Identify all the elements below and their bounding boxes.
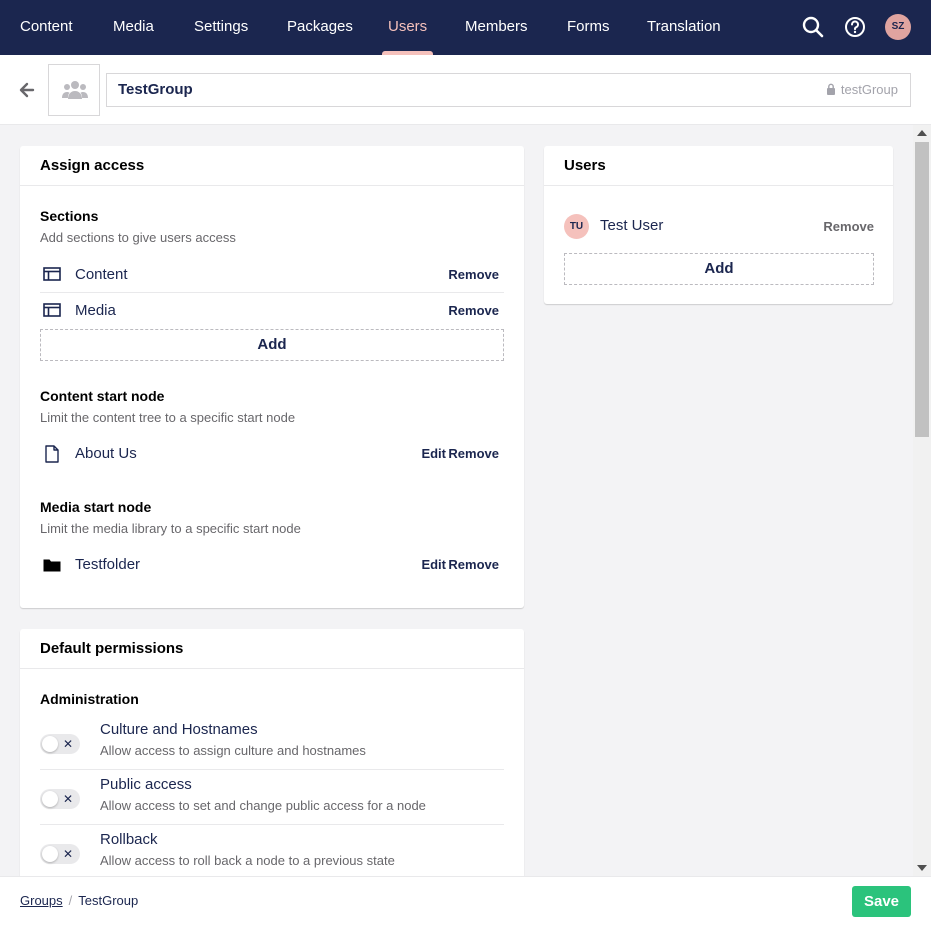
assign-access-title: Assign access: [20, 146, 524, 186]
alias-value: testGroup: [840, 82, 898, 97]
arrow-left-icon[interactable]: [16, 79, 38, 101]
user-name[interactable]: Test User: [600, 208, 663, 244]
users-icon: [62, 81, 88, 99]
permission-description: Allow access to assign culture and hostn…: [100, 743, 366, 758]
section-label: Content: [75, 266, 128, 283]
group-name-input[interactable]: TestGroup testGroup: [106, 73, 911, 107]
content-start-node-description: Limit the content tree to a specific sta…: [40, 410, 296, 425]
section-icon: [43, 267, 61, 286]
permission-title: Culture and Hostnames: [100, 721, 258, 738]
users-panel: Users TU Test User Remove Add: [544, 146, 893, 304]
content-start-node-row: About Us Edit Remove: [40, 436, 504, 472]
breadcrumb-current: TestGroup: [78, 893, 139, 908]
top-navigation: Content Media Settings Packages Users Me…: [0, 0, 931, 55]
lock-icon[interactable]: [826, 83, 836, 95]
close-icon: ✕: [63, 737, 74, 751]
nav-item-forms[interactable]: Forms: [567, 0, 610, 55]
vertical-scrollbar[interactable]: [913, 125, 931, 876]
add-user-button[interactable]: Add: [564, 253, 874, 285]
editor-header: TestGroup testGroup: [0, 55, 931, 125]
permission-description: Allow access to set and change public ac…: [100, 798, 426, 813]
permission-row: ✕ Culture and Hostnames Allow access to …: [40, 715, 504, 770]
nav-item-media[interactable]: Media: [113, 0, 154, 55]
scroll-up-icon[interactable]: [917, 130, 927, 136]
media-start-node-title: Media start node: [40, 499, 152, 515]
assign-access-panel: Assign access Sections Add sections to g…: [20, 146, 524, 608]
toggle-knob: [42, 791, 58, 807]
remove-user-button[interactable]: Remove: [823, 208, 874, 246]
start-node-label: Testfolder: [75, 556, 141, 573]
permission-title: Public access: [100, 776, 192, 793]
remove-section-button[interactable]: Remove: [448, 257, 499, 293]
user-row: TU Test User Remove: [564, 208, 874, 244]
permission-toggle[interactable]: ✕: [40, 789, 80, 809]
nav-item-translation[interactable]: Translation: [647, 0, 721, 55]
group-name-value[interactable]: TestGroup: [118, 74, 193, 106]
remove-start-node-button[interactable]: Remove: [448, 436, 499, 472]
folder-icon: [43, 558, 61, 577]
section-label: Media: [75, 302, 116, 319]
permission-row: ✕ Rollback Allow access to roll back a n…: [40, 825, 504, 880]
permission-toggle[interactable]: ✕: [40, 734, 80, 754]
close-icon: ✕: [63, 847, 74, 861]
user-avatar: TU: [564, 214, 589, 239]
section-row-media: Media Remove: [40, 293, 504, 329]
scroll-down-icon[interactable]: [917, 865, 927, 871]
remove-section-button[interactable]: Remove: [448, 293, 499, 329]
group-icon-picker[interactable]: [48, 64, 100, 116]
current-user-avatar[interactable]: SZ: [885, 14, 911, 40]
users-title: Users: [544, 146, 893, 186]
nav-item-settings[interactable]: Settings: [194, 0, 248, 55]
editor-footer: Groups / TestGroup Save: [0, 876, 931, 929]
toggle-knob: [42, 736, 58, 752]
nav-item-packages[interactable]: Packages: [287, 0, 353, 55]
add-section-button[interactable]: Add: [40, 329, 504, 361]
media-start-node-description: Limit the media library to a specific st…: [40, 521, 301, 536]
nav-item-members[interactable]: Members: [465, 0, 528, 55]
breadcrumb: Groups / TestGroup: [20, 877, 138, 924]
sections-title: Sections: [40, 208, 99, 224]
scroll-thumb[interactable]: [915, 142, 929, 437]
nav-item-users[interactable]: Users: [381, 0, 434, 55]
sections-description: Add sections to give users access: [40, 230, 236, 245]
help-icon[interactable]: [842, 14, 868, 40]
remove-media-node-button[interactable]: Remove: [448, 547, 499, 583]
default-permissions-title: Default permissions: [20, 629, 524, 669]
edit-start-node-button[interactable]: Edit: [421, 436, 446, 472]
content-start-node-title: Content start node: [40, 388, 165, 404]
search-icon[interactable]: [800, 14, 826, 40]
section-icon: [43, 303, 61, 322]
edit-media-node-button[interactable]: Edit: [421, 547, 446, 583]
breadcrumb-groups-link[interactable]: Groups: [20, 893, 63, 908]
permission-group-title: Administration: [40, 691, 139, 707]
permission-title: Rollback: [100, 831, 158, 848]
toggle-knob: [42, 846, 58, 862]
breadcrumb-separator: /: [68, 893, 73, 908]
default-permissions-panel: Default permissions Administration ✕ Cul…: [20, 629, 524, 876]
alias-field[interactable]: testGroup: [826, 74, 898, 106]
document-icon: [45, 445, 59, 468]
close-icon: ✕: [63, 792, 74, 806]
permission-toggle[interactable]: ✕: [40, 844, 80, 864]
media-start-node-row: Testfolder Edit Remove: [40, 547, 504, 583]
section-row-content: Content Remove: [40, 257, 504, 293]
save-button[interactable]: Save: [852, 886, 911, 917]
start-node-label: About Us: [75, 445, 137, 462]
nav-item-content[interactable]: Content: [20, 0, 73, 55]
permission-row: ✕ Public access Allow access to set and …: [40, 770, 504, 825]
permission-description: Allow access to roll back a node to a pr…: [100, 853, 395, 868]
